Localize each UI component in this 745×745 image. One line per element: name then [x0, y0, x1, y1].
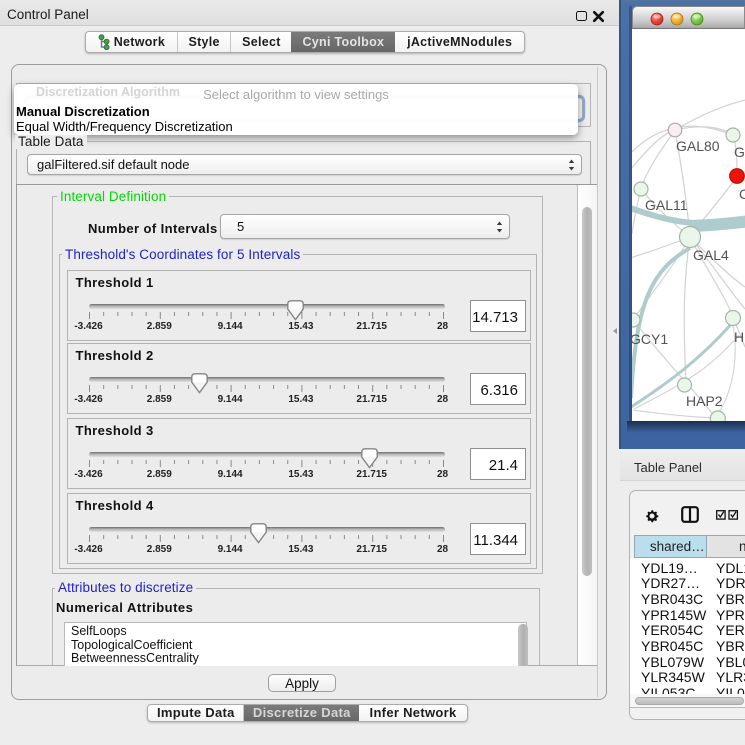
svg-text:H: H [734, 329, 744, 345]
svg-text:G.: G. [734, 144, 745, 160]
svg-text:GCY1: GCY1 [632, 331, 668, 347]
svg-text:GAL4: GAL4 [693, 247, 729, 263]
svg-text:C: C [739, 186, 745, 202]
svg-text:HAP2: HAP2 [686, 393, 723, 409]
svg-text:GAL11: GAL11 [645, 197, 688, 213]
svg-text:GAL80: GAL80 [676, 138, 720, 154]
